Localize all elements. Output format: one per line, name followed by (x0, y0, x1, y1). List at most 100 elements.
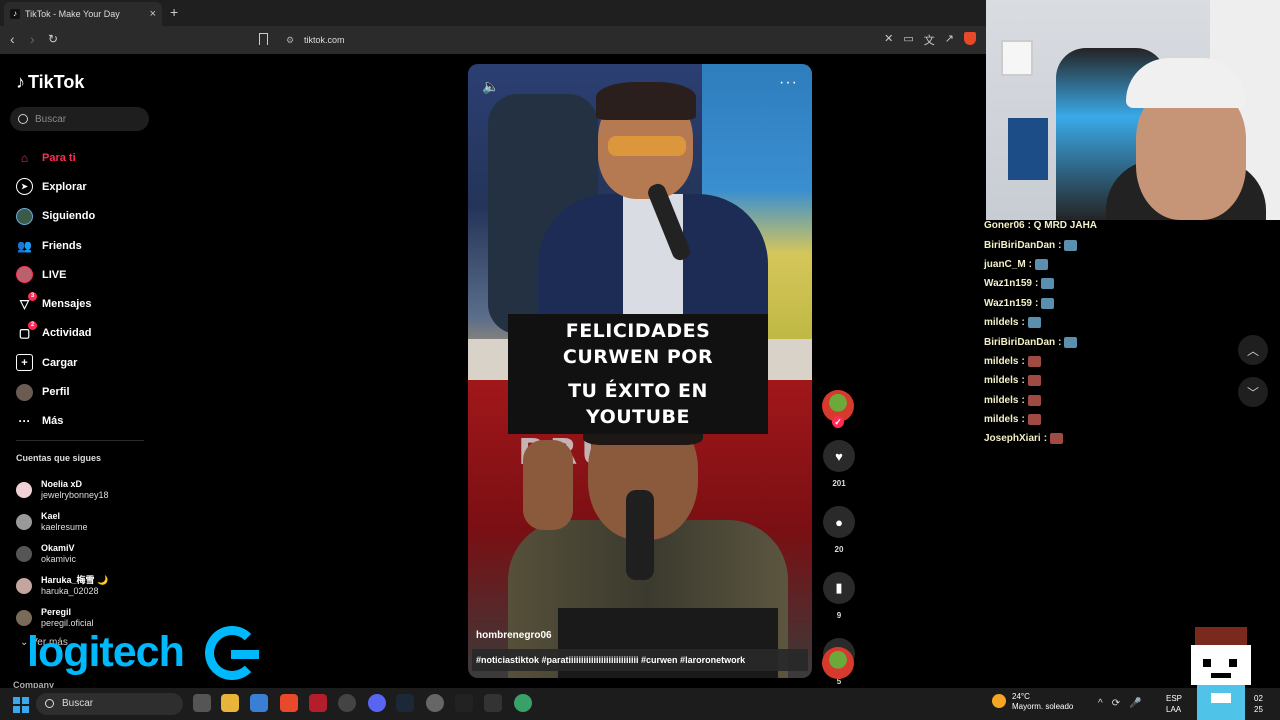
more-options-icon[interactable]: ··· (779, 74, 798, 92)
forward-icon[interactable]: › (30, 32, 35, 46)
sidebar-item-label: Cargar (42, 356, 78, 369)
chat-user: juanC_M (984, 258, 1026, 270)
sidebar-item-siguiendo[interactable]: Siguiendo (16, 202, 156, 231)
browser-tab[interactable]: ♪ TikTok - Make Your Day × (4, 2, 162, 26)
sidebar-divider (16, 440, 144, 441)
translate-icon[interactable]: 文 (924, 32, 935, 48)
back-icon[interactable]: ‹ (10, 32, 15, 46)
address-bar: ‹ › ↻ ⚙ tiktok.com ✕ ▭ 文 ↗ (0, 26, 986, 54)
site-info-icon[interactable]: ⚙ (286, 31, 294, 49)
globe-app-icon[interactable] (514, 694, 532, 712)
video-hashtags[interactable]: #noticiastiktok #paratiiiiiiiiiiiiiiiiii… (472, 649, 808, 671)
chat-message: mildels: (984, 371, 1184, 390)
follow-plus-icon[interactable]: ✓ (832, 416, 844, 428)
bookmark-icon[interactable]: ▮ (823, 572, 855, 604)
logitech-logo: logitech (27, 628, 185, 676)
search-placeholder: Buscar (35, 113, 67, 125)
sidebar-item-actividad[interactable]: ▢ 2 Actividad (16, 319, 156, 348)
chat-message: mildels: (984, 391, 1184, 410)
following-account[interactable]: OkamiV okamivic (16, 538, 109, 570)
url-field[interactable]: ⚙ tiktok.com (280, 31, 860, 49)
comment-icon[interactable]: ● (823, 506, 855, 538)
tiktok-note-icon: ♪ (16, 72, 25, 92)
chat-user: BiriBiriDanDan (984, 336, 1056, 348)
sidebar-item-para-ti[interactable]: ⌂ Para ti (16, 143, 156, 172)
pepe-emote-icon (1041, 297, 1055, 309)
taskbar-search-input[interactable]: Buscar (36, 693, 183, 715)
chat-text: : (1058, 336, 1062, 348)
system-tray[interactable]: ^⟳🎤 (1098, 698, 1151, 709)
brave-shield-icon[interactable] (964, 32, 976, 45)
caption-line-1: FELICIDADES CURWEN POR (508, 314, 768, 374)
video-caption: FELICIDADES CURWEN POR TU ÉXITO EN YOUTU… (508, 314, 768, 434)
chat-message: Goner06: Q MRD JAHA (984, 216, 1184, 235)
bookmark-icon[interactable] (259, 33, 268, 45)
obs-icon[interactable] (338, 694, 356, 712)
sidebar-item-cargar[interactable]: + Cargar (16, 348, 156, 377)
messages-badge: 3 (28, 291, 37, 301)
heart-icon[interactable]: ♥ (823, 440, 855, 472)
account-handle: okamivic (41, 554, 77, 564)
reload-icon[interactable]: ↻ (48, 32, 58, 46)
url-text: tiktok.com (304, 35, 345, 45)
sidebar-item-mensajes[interactable]: ▽ 3 Mensajes (16, 289, 156, 318)
sidebar-item-mas[interactable]: ··· Más (16, 407, 156, 436)
video-author[interactable]: hombrenegro06 (476, 630, 552, 641)
chat-text: : (1021, 355, 1025, 367)
chat-text: : (1034, 278, 1039, 290)
following-section-title: Cuentas que sigues (16, 453, 102, 463)
sidebar-item-perfil[interactable]: Perfil (16, 377, 156, 406)
steam-icon[interactable] (396, 694, 414, 712)
store-icon[interactable] (250, 694, 268, 712)
share-icon[interactable]: ↗ (945, 32, 954, 48)
creator-avatar[interactable]: ✓ (822, 390, 854, 428)
new-tab-button[interactable]: + (170, 4, 178, 20)
discord-icon[interactable] (368, 694, 386, 712)
file-explorer-icon[interactable] (221, 694, 239, 712)
close-tab-icon[interactable]: × (150, 8, 156, 20)
sidebar-item-label: Mensajes (42, 298, 92, 311)
volume-icon[interactable]: 🔈 (482, 78, 499, 95)
account-name: Kael (41, 511, 61, 521)
next-video-button[interactable]: ﹀ (1238, 377, 1268, 407)
chat-user: Waz1n159 (984, 297, 1032, 309)
previous-video-button[interactable]: ︿ (1238, 335, 1268, 365)
logo-text: TikTok (28, 72, 85, 92)
language-indicator[interactable]: ESP LAA (1166, 693, 1182, 715)
sidebar-item-explorar[interactable]: ➤ Explorar (16, 172, 156, 201)
sidebar-item-friends[interactable]: 👥 Friends (16, 231, 156, 260)
pepe-emote-icon (1027, 317, 1041, 329)
like-action[interactable]: ♥ 201 (822, 440, 856, 488)
chat-text: : (1028, 258, 1033, 270)
avatar (16, 610, 32, 626)
save-action[interactable]: ▮ 9 (822, 572, 856, 620)
capcut-icon[interactable] (455, 694, 473, 712)
weather-widget[interactable]: 24°C Mayorm. soleado (992, 692, 1073, 712)
video-app-icon[interactable] (309, 694, 327, 712)
following-account[interactable]: Kael kaelresume (16, 506, 109, 538)
following-account[interactable]: Noelia xD jewelrybonney18 (16, 474, 109, 506)
comment-action[interactable]: ● 20 (822, 506, 856, 554)
screen-icon[interactable]: ▭ (903, 32, 913, 48)
friends-icon: 👥 (17, 238, 32, 253)
red-emote-icon (1050, 433, 1064, 445)
following-account[interactable]: Haruka_梅雪 🌙 haruka_02028 (16, 570, 109, 602)
settings-gear-icon[interactable] (426, 694, 444, 712)
search-input[interactable]: Buscar (10, 107, 149, 131)
video-player[interactable]: BRU AD FELICIDADES CURWEN POR TU ÉXITO E… (468, 64, 812, 678)
windows-start-icon[interactable] (13, 697, 29, 713)
chat-message: mildels: (984, 352, 1184, 371)
sidebar-item-live[interactable]: LIVE (16, 260, 156, 289)
windows-taskbar: Buscar 24°C Mayorm. soleado ^⟳🎤 ESP LAA … (0, 688, 1280, 720)
sidebar-item-label: Más (42, 415, 64, 428)
tiktok-logo[interactable]: ♪ TikTok (16, 72, 84, 93)
task-view-icon[interactable] (193, 694, 211, 712)
lang-bottom: LAA (1166, 705, 1182, 714)
chat-user: BiriBiriDanDan (984, 239, 1056, 251)
pepe-emote-icon (1064, 239, 1078, 251)
pepe-emote-icon (1041, 278, 1055, 290)
logitech-ghub-icon[interactable] (484, 694, 502, 712)
music-disc-avatar[interactable] (822, 647, 854, 679)
brave-browser-icon[interactable] (280, 694, 298, 712)
no-image-icon[interactable]: ✕ (884, 32, 893, 48)
